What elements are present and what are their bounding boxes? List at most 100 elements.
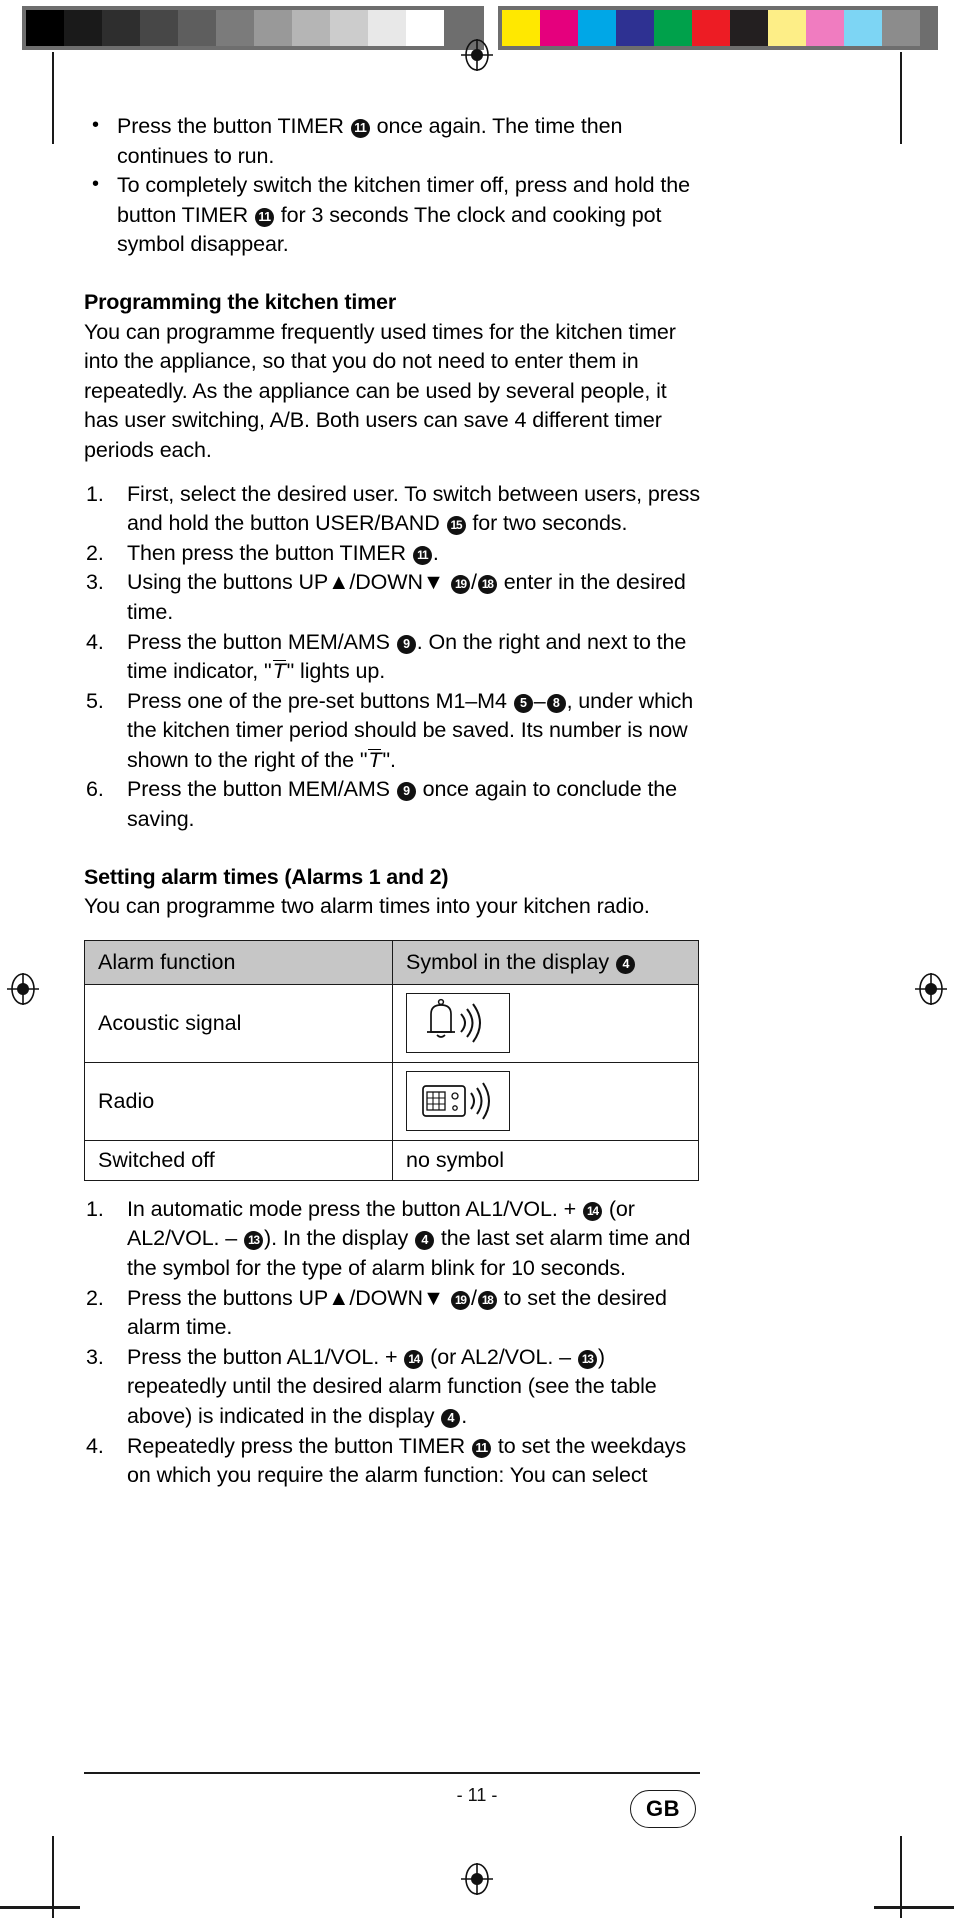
table-header-row: Alarm function Symbol in the display 4 — [84, 939, 699, 985]
button-ref-badge: 13 — [244, 1231, 264, 1251]
list-item: Press the button AL1/VOL. + 14 (or AL2/V… — [84, 1343, 700, 1432]
button-ref-badge: 5 — [513, 693, 533, 713]
registration-mark-left — [6, 972, 40, 1006]
color-swatch — [768, 10, 806, 46]
list-item: Using the buttons UP▲/DOWN▼ 19/18 enter … — [84, 568, 700, 627]
crop-mark-right-top — [900, 52, 902, 144]
edge-tick-bottom-right — [874, 1906, 954, 1909]
color-swatch — [692, 10, 730, 46]
step-text: / — [470, 570, 477, 595]
step-text: for two seconds. — [466, 511, 628, 536]
registration-mark-bottom — [460, 1862, 494, 1896]
gray-swatch — [102, 10, 140, 46]
alarm-function-table: Alarm function Symbol in the display 4 A… — [84, 939, 699, 1181]
crop-mark-left-top — [52, 52, 54, 144]
cell-alarm-function: Acoustic signal — [84, 983, 393, 1063]
cell-symbol: no symbol — [392, 1139, 699, 1181]
color-calibration-strip — [498, 6, 938, 50]
t-symbol: T — [272, 659, 286, 684]
step-text: Then press the button TIMER — [127, 540, 412, 565]
step-text: – — [533, 688, 546, 713]
section-heading-alarms: Setting alarm times (Alarms 1 and 2) — [84, 864, 449, 889]
color-swatch — [616, 10, 654, 46]
bullet-list-timer: Press the button TIMER 11 once again. Th… — [84, 111, 700, 260]
step-text: ). In the display — [264, 1226, 415, 1251]
cell-symbol — [392, 983, 699, 1063]
intro-paragraph-alarms: You can programme two alarm times into y… — [84, 894, 650, 919]
list-item: Press the button MEM/AMS 9. On the right… — [84, 628, 700, 687]
numbered-steps-alarms: In automatic mode press the button AL1/V… — [84, 1195, 700, 1491]
step-text: . — [432, 540, 439, 565]
grayscale-calibration-strip — [22, 6, 484, 50]
gray-swatch — [64, 10, 102, 46]
gray-swatch — [26, 10, 64, 46]
button-ref-badge: 14 — [404, 1349, 424, 1369]
column-header-alarm-function: Alarm function — [84, 939, 393, 985]
step-text: . — [461, 1404, 468, 1428]
bell-icon — [406, 993, 510, 1054]
color-swatch — [540, 10, 578, 46]
color-swatch — [882, 10, 920, 46]
button-ref-badge: 9 — [396, 782, 416, 802]
radio-icon — [406, 1071, 510, 1132]
button-ref-badge: 13 — [577, 1349, 597, 1369]
section-heading-programming: Programming the kitchen timer — [84, 289, 396, 314]
color-swatch — [730, 10, 768, 46]
button-ref-badge: 19 — [450, 1290, 470, 1310]
table-row: Radio — [84, 1061, 699, 1141]
step-text: Press the button MEM/AMS — [127, 777, 396, 802]
gray-swatch — [254, 10, 292, 46]
intro-paragraph-programming: You can programme frequently used times … — [84, 319, 676, 462]
registration-mark-top — [460, 38, 494, 72]
button-ref-badge: 14 — [582, 1201, 602, 1221]
color-swatch — [654, 10, 692, 46]
gray-swatch — [406, 10, 444, 46]
cell-alarm-function: Radio — [84, 1061, 393, 1141]
gray-swatch — [178, 10, 216, 46]
language-badge: GB — [630, 1790, 696, 1828]
page-content: Press the button TIMER 11 once again. Th… — [84, 111, 700, 1491]
t-symbol: T — [368, 747, 382, 772]
color-swatch — [806, 10, 844, 46]
list-item: Repeatedly press the button TIMER 11 to … — [84, 1432, 700, 1491]
button-ref-badge: 18 — [477, 1290, 497, 1310]
button-ref-badge: 11 — [471, 1438, 491, 1458]
button-ref-badge: 15 — [446, 516, 466, 536]
step-text: Repeatedly press the button TIMER — [127, 1433, 471, 1458]
list-item: Press one of the pre-set buttons M1–M4 5… — [84, 687, 700, 776]
button-ref-badge: 11 — [350, 119, 370, 138]
list-item: To completely switch the kitchen timer o… — [84, 170, 700, 260]
registration-mark-right — [914, 972, 948, 1006]
color-swatch — [578, 10, 616, 46]
list-item: Press the button MEM/AMS 9 once again to… — [84, 775, 700, 834]
step-text: Press the button AL1/VOL. + — [127, 1344, 404, 1369]
button-ref-badge: 11 — [254, 207, 274, 227]
list-item: In automatic mode press the button AL1/V… — [84, 1195, 700, 1284]
button-ref-badge: 18 — [477, 575, 497, 595]
page-number: - 11 - — [456, 1785, 498, 1805]
cell-alarm-function: Switched off — [84, 1139, 393, 1181]
table-row: Switched off no symbol — [84, 1139, 699, 1181]
step-text: Press one of the pre-set buttons M1–M4 — [127, 688, 513, 713]
step-text: Press the button MEM/AMS — [127, 629, 396, 654]
button-ref-badge: 11 — [412, 545, 432, 565]
gray-swatch — [368, 10, 406, 46]
step-text: (or AL2/VOL. – — [424, 1344, 577, 1369]
list-item: Press the buttons UP▲/DOWN▼ 19/18 to set… — [84, 1284, 700, 1343]
color-swatch — [844, 10, 882, 46]
step-text: Using the buttons UP▲/DOWN▼ — [127, 570, 450, 595]
table-row: Acoustic signal — [84, 983, 699, 1063]
button-ref-badge: 19 — [450, 575, 470, 595]
color-swatch — [502, 10, 540, 46]
cell-symbol — [392, 1061, 699, 1141]
step-text: Press the buttons UP▲/DOWN▼ — [127, 1285, 450, 1310]
bullet-1-pre: Press the button TIMER — [117, 114, 350, 138]
button-ref-badge: 4 — [616, 954, 636, 974]
footer-divider — [84, 1772, 700, 1774]
list-item: First, select the desired user. To switc… — [84, 480, 700, 539]
button-ref-badge: 4 — [415, 1231, 435, 1251]
button-ref-badge: 8 — [546, 693, 566, 713]
step-text: / — [470, 1285, 477, 1310]
edge-tick-bottom-left — [0, 1906, 80, 1909]
step-text: In automatic mode press the button AL1/V… — [127, 1196, 582, 1221]
